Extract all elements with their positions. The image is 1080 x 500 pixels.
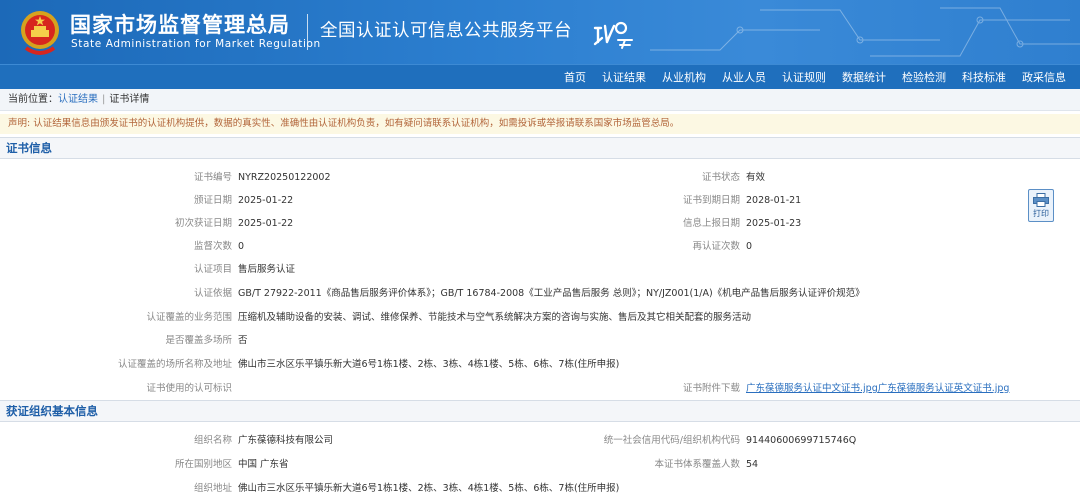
- section-title-certificate: 证书信息: [0, 137, 1080, 159]
- breadcrumb-separator: |: [102, 94, 106, 105]
- national-emblem-icon: [21, 11, 59, 55]
- value-business-scope: 压缩机及辅助设备的安装、调试、维修保养、节能技术与空气系统解决方案的咨询与实施、…: [238, 312, 752, 323]
- attachment-link-cn-cert[interactable]: 广东葆德服务认证中文证书.jpg: [746, 383, 878, 394]
- nav-item-procurement[interactable]: 政采信息: [1014, 65, 1074, 90]
- label-org-address: 组织地址: [193, 483, 232, 494]
- value-recert-count: 0: [746, 241, 753, 252]
- label-first-cert-date: 初次获证日期: [174, 218, 232, 229]
- info-row: 认证覆盖的场所名称及地址 佛山市三水区乐平镇乐新大道6号1栋1楼、2栋、3栋、4…: [0, 353, 1080, 376]
- breadcrumb: 当前位置：认证结果 | 证书详情: [0, 89, 1080, 111]
- breadcrumb-current: 证书详情: [109, 94, 150, 105]
- info-row: 认证项目 售后服务认证: [0, 258, 1080, 281]
- breadcrumb-link-cert-results[interactable]: 认证结果: [58, 94, 98, 105]
- info-row: 监督次数 0 再认证次数 0: [0, 235, 1080, 258]
- platform-logo-icon: [593, 21, 633, 49]
- value-report-date: 2025-01-23: [746, 218, 802, 229]
- nav-item-institutions[interactable]: 从业机构: [654, 65, 714, 90]
- value-multi-site: 否: [238, 335, 248, 346]
- circuit-pattern-decoration: [650, 7, 1080, 57]
- label-supervision-count: 监督次数: [193, 241, 232, 252]
- info-row: 初次获证日期 2025-01-22 信息上报日期 2025-01-23: [0, 212, 1080, 235]
- value-cert-project: 售后服务认证: [238, 264, 296, 275]
- label-issue-date: 颁证日期: [193, 195, 232, 206]
- info-row: 认证依据 GB/T 27922-2011《商品售后服务评价体系》；GB/T 16…: [0, 282, 1080, 305]
- label-credit-code: 统一社会信用代码/组织机构代码: [603, 435, 740, 446]
- print-button[interactable]: 打印: [1028, 189, 1054, 222]
- info-row: 证书编号 NYRZ20250122002 证书状态 有效: [0, 166, 1080, 189]
- value-issue-date: 2025-01-22: [238, 195, 294, 206]
- label-business-scope: 认证覆盖的业务范围: [146, 312, 232, 323]
- label-expiry-date: 证书到期日期: [682, 195, 740, 206]
- info-row: 是否覆盖多场所 否: [0, 329, 1080, 352]
- label-cert-number: 证书编号: [193, 172, 232, 183]
- disclaimer-notice: 声明: 认证结果信息由颁发证书的认证机构提供，数据的真实性、准确性由认证机构负责…: [0, 114, 1080, 134]
- value-cert-status: 有效: [746, 172, 766, 183]
- label-multi-site: 是否覆盖多场所: [165, 335, 232, 346]
- label-cert-project: 认证项目: [193, 264, 232, 275]
- nav-item-standards[interactable]: 科技标准: [954, 65, 1014, 90]
- value-country-region: 中国 广东省: [238, 459, 289, 470]
- label-org-name: 组织名称: [193, 435, 232, 446]
- agency-name-en: State Administration for Market Regulati…: [71, 38, 321, 50]
- value-supervision-count: 0: [238, 241, 245, 252]
- label-country-region: 所在国别地区: [174, 459, 232, 470]
- agency-name-cn: 国家市场监督管理总局: [70, 13, 290, 37]
- info-row: 所在国别地区 中国 广东省 本证书体系覆盖人数 54: [0, 453, 1080, 476]
- value-org-name: 广东葆德科技有限公司: [238, 435, 334, 446]
- info-row: 颁证日期 2025-01-22 证书到期日期 2028-01-21: [0, 189, 1080, 212]
- value-expiry-date: 2028-01-21: [746, 195, 802, 206]
- label-recert-count: 再认证次数: [692, 241, 740, 252]
- print-label: 打印: [1033, 209, 1049, 218]
- label-report-date: 信息上报日期: [682, 218, 740, 229]
- label-accreditation-mark: 证书使用的认可标识: [146, 383, 232, 394]
- label-attachment-download: 证书附件下载: [682, 383, 740, 394]
- value-site-address: 佛山市三水区乐平镇乐新大道6号1栋1楼、2栋、3栋、4栋1楼、5栋、6栋、7栋(…: [238, 359, 620, 370]
- section-title-organization: 获证组织基本信息: [0, 400, 1080, 422]
- nav-item-cert-rules[interactable]: 认证规则: [774, 65, 834, 90]
- info-row: 证书使用的认可标识 证书附件下载 广东葆德服务认证中文证书.jpg广东葆德服务认…: [0, 377, 1080, 400]
- attachment-links: 广东葆德服务认证中文证书.jpg广东葆德服务认证英文证书.jpg: [746, 377, 1009, 400]
- label-cert-basis: 认证依据: [193, 288, 232, 299]
- value-first-cert-date: 2025-01-22: [238, 218, 294, 229]
- breadcrumb-prefix: 当前位置：: [8, 94, 58, 105]
- value-cert-basis: GB/T 27922-2011《商品售后服务评价体系》；GB/T 16784-2…: [238, 288, 865, 299]
- nav-item-statistics[interactable]: 数据统计: [834, 65, 894, 90]
- value-covered-headcount: 54: [746, 459, 759, 470]
- value-org-address: 佛山市三水区乐平镇乐新大道6号1栋1楼、2栋、3栋、4栋1楼、5栋、6栋、7栋(…: [238, 483, 620, 494]
- value-credit-code: 91440600699715746Q: [746, 435, 857, 446]
- nav-item-home[interactable]: 首页: [556, 65, 594, 90]
- site-header: 国家市场监督管理总局 State Administration for Mark…: [0, 0, 1080, 64]
- label-cert-status: 证书状态: [701, 172, 740, 183]
- platform-title: 全国认证认可信息公共服务平台: [320, 21, 572, 41]
- header-divider: [307, 14, 308, 50]
- label-covered-headcount: 本证书体系覆盖人数: [654, 459, 740, 470]
- attachment-link-en-cert[interactable]: 广东葆德服务认证英文证书.jpg: [878, 383, 1010, 394]
- nav-item-cert-results[interactable]: 认证结果: [594, 65, 654, 90]
- label-site-address: 认证覆盖的场所名称及地址: [117, 359, 232, 370]
- main-nav: 首页 认证结果 从业机构 从业人员 认证规则 数据统计 检验检测 科技标准 政采…: [0, 64, 1080, 89]
- nav-item-personnel[interactable]: 从业人员: [714, 65, 774, 90]
- info-row: 组织地址 佛山市三水区乐平镇乐新大道6号1栋1楼、2栋、3栋、4栋1楼、5栋、6…: [0, 477, 1080, 500]
- info-row: 组织名称 广东葆德科技有限公司 统一社会信用代码/组织机构代码 91440600…: [0, 429, 1080, 452]
- info-row: 认证覆盖的业务范围 压缩机及辅助设备的安装、调试、维修保养、节能技术与空气系统解…: [0, 306, 1080, 329]
- nav-item-inspection[interactable]: 检验检测: [894, 65, 954, 90]
- printer-icon: [1033, 193, 1049, 207]
- value-cert-number: NYRZ20250122002: [238, 172, 331, 183]
